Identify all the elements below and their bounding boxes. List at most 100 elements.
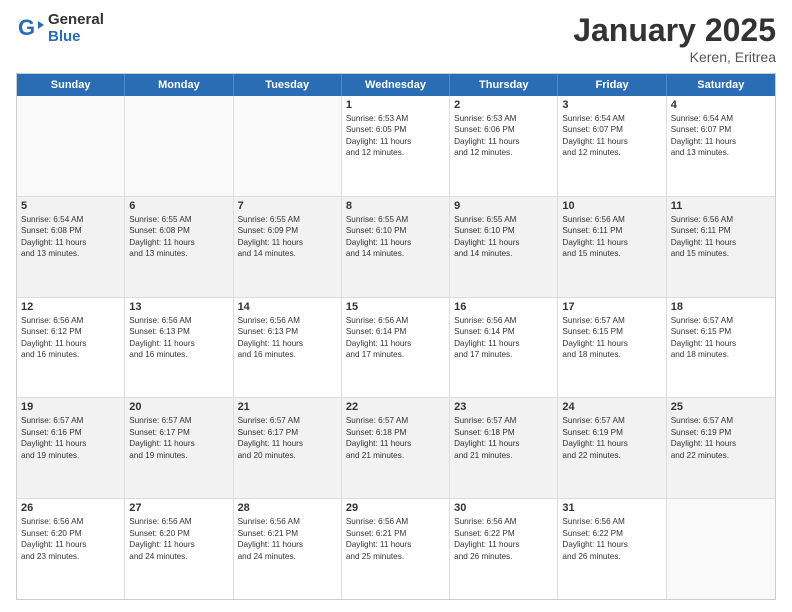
day-number: 12 (21, 301, 120, 313)
logo-text: General Blue (48, 12, 104, 45)
cell-info-line: Sunrise: 6:54 AM (21, 214, 120, 225)
cell-info-line: and 24 minutes. (129, 551, 228, 562)
day-number: 20 (129, 401, 228, 413)
title-location: Keren, Eritrea (573, 49, 776, 65)
cell-info-line: Sunset: 6:21 PM (238, 528, 337, 539)
cell-info-line: and 17 minutes. (454, 349, 553, 360)
cell-info-line: Sunrise: 6:53 AM (454, 113, 553, 124)
calendar-cell-empty (234, 96, 342, 196)
cell-info-line: and 17 minutes. (346, 349, 445, 360)
calendar-cell-6: 6Sunrise: 6:55 AMSunset: 6:08 PMDaylight… (125, 197, 233, 297)
calendar-header: SundayMondayTuesdayWednesdayThursdayFrid… (17, 74, 775, 96)
cell-info-line: Sunset: 6:21 PM (346, 528, 445, 539)
cell-info-line: and 24 minutes. (238, 551, 337, 562)
cell-info-line: Sunset: 6:10 PM (346, 225, 445, 236)
cell-info-line: and 26 minutes. (454, 551, 553, 562)
weekday-header-saturday: Saturday (667, 74, 775, 96)
day-number: 8 (346, 200, 445, 212)
cell-info-line: Sunrise: 6:56 AM (454, 315, 553, 326)
cell-info-line: and 15 minutes. (562, 248, 661, 259)
day-number: 31 (562, 502, 661, 514)
cell-info-line: Sunrise: 6:55 AM (129, 214, 228, 225)
cell-info-line: Sunset: 6:18 PM (346, 427, 445, 438)
cell-info-line: Sunrise: 6:55 AM (238, 214, 337, 225)
cell-info-line: Daylight: 11 hours (454, 136, 553, 147)
calendar-cell-4: 4Sunrise: 6:54 AMSunset: 6:07 PMDaylight… (667, 96, 775, 196)
cell-info-line: and 16 minutes. (238, 349, 337, 360)
cell-info-line: Daylight: 11 hours (129, 237, 228, 248)
cell-info-line: Daylight: 11 hours (562, 237, 661, 248)
cell-info-line: Daylight: 11 hours (21, 438, 120, 449)
cell-info-line: Daylight: 11 hours (454, 438, 553, 449)
cell-info-line: Daylight: 11 hours (346, 136, 445, 147)
cell-info-line: Sunrise: 6:55 AM (454, 214, 553, 225)
calendar-cell-5: 5Sunrise: 6:54 AMSunset: 6:08 PMDaylight… (17, 197, 125, 297)
cell-info-line: Sunrise: 6:57 AM (129, 415, 228, 426)
calendar-row-0: 1Sunrise: 6:53 AMSunset: 6:05 PMDaylight… (17, 96, 775, 197)
day-number: 5 (21, 200, 120, 212)
calendar-body: 1Sunrise: 6:53 AMSunset: 6:05 PMDaylight… (17, 96, 775, 599)
cell-info-line: Sunset: 6:11 PM (562, 225, 661, 236)
header: G General Blue January 2025 Keren, Eritr… (16, 12, 776, 65)
day-number: 13 (129, 301, 228, 313)
cell-info-line: Sunrise: 6:54 AM (671, 113, 771, 124)
calendar-cell-21: 21Sunrise: 6:57 AMSunset: 6:17 PMDayligh… (234, 398, 342, 498)
weekday-header-thursday: Thursday (450, 74, 558, 96)
cell-info-line: Sunset: 6:10 PM (454, 225, 553, 236)
cell-info-line: Sunrise: 6:56 AM (346, 516, 445, 527)
cell-info-line: Sunrise: 6:57 AM (21, 415, 120, 426)
cell-info-line: Sunrise: 6:56 AM (671, 214, 771, 225)
cell-info-line: Sunrise: 6:55 AM (346, 214, 445, 225)
calendar-cell-empty (125, 96, 233, 196)
cell-info-line: Sunset: 6:07 PM (562, 124, 661, 135)
cell-info-line: and 22 minutes. (562, 450, 661, 461)
cell-info-line: Sunrise: 6:56 AM (346, 315, 445, 326)
calendar-cell-12: 12Sunrise: 6:56 AMSunset: 6:12 PMDayligh… (17, 298, 125, 398)
cell-info-line: and 21 minutes. (346, 450, 445, 461)
cell-info-line: and 13 minutes. (671, 147, 771, 158)
cell-info-line: Sunrise: 6:57 AM (238, 415, 337, 426)
calendar-cell-31: 31Sunrise: 6:56 AMSunset: 6:22 PMDayligh… (558, 499, 666, 599)
cell-info-line: Sunset: 6:17 PM (238, 427, 337, 438)
calendar-cell-1: 1Sunrise: 6:53 AMSunset: 6:05 PMDaylight… (342, 96, 450, 196)
calendar-cell-8: 8Sunrise: 6:55 AMSunset: 6:10 PMDaylight… (342, 197, 450, 297)
cell-info-line: Daylight: 11 hours (454, 237, 553, 248)
day-number: 19 (21, 401, 120, 413)
cell-info-line: Sunrise: 6:53 AM (346, 113, 445, 124)
cell-info-line: and 20 minutes. (238, 450, 337, 461)
cell-info-line: and 21 minutes. (454, 450, 553, 461)
day-number: 4 (671, 99, 771, 111)
cell-info-line: Sunset: 6:19 PM (671, 427, 771, 438)
cell-info-line: Sunset: 6:14 PM (346, 326, 445, 337)
cell-info-line: and 12 minutes. (454, 147, 553, 158)
calendar-cell-9: 9Sunrise: 6:55 AMSunset: 6:10 PMDaylight… (450, 197, 558, 297)
cell-info-line: Sunset: 6:05 PM (346, 124, 445, 135)
cell-info-line: and 18 minutes. (562, 349, 661, 360)
cell-info-line: Daylight: 11 hours (129, 338, 228, 349)
cell-info-line: Daylight: 11 hours (129, 438, 228, 449)
calendar-cell-29: 29Sunrise: 6:56 AMSunset: 6:21 PMDayligh… (342, 499, 450, 599)
day-number: 14 (238, 301, 337, 313)
cell-info-line: Sunset: 6:17 PM (129, 427, 228, 438)
day-number: 28 (238, 502, 337, 514)
calendar-cell-30: 30Sunrise: 6:56 AMSunset: 6:22 PMDayligh… (450, 499, 558, 599)
cell-info-line: Sunset: 6:19 PM (562, 427, 661, 438)
day-number: 22 (346, 401, 445, 413)
calendar-cell-17: 17Sunrise: 6:57 AMSunset: 6:15 PMDayligh… (558, 298, 666, 398)
calendar-cell-3: 3Sunrise: 6:54 AMSunset: 6:07 PMDaylight… (558, 96, 666, 196)
cell-info-line: Sunset: 6:22 PM (454, 528, 553, 539)
calendar-cell-19: 19Sunrise: 6:57 AMSunset: 6:16 PMDayligh… (17, 398, 125, 498)
day-number: 27 (129, 502, 228, 514)
cell-info-line: Sunrise: 6:56 AM (129, 315, 228, 326)
cell-info-line: Daylight: 11 hours (238, 438, 337, 449)
cell-info-line: Sunset: 6:18 PM (454, 427, 553, 438)
weekday-header-monday: Monday (125, 74, 233, 96)
cell-info-line: Sunrise: 6:56 AM (21, 516, 120, 527)
cell-info-line: and 26 minutes. (562, 551, 661, 562)
cell-info-line: Daylight: 11 hours (21, 338, 120, 349)
weekday-header-wednesday: Wednesday (342, 74, 450, 96)
cell-info-line: Daylight: 11 hours (562, 136, 661, 147)
day-number: 23 (454, 401, 553, 413)
cell-info-line: and 15 minutes. (671, 248, 771, 259)
day-number: 25 (671, 401, 771, 413)
